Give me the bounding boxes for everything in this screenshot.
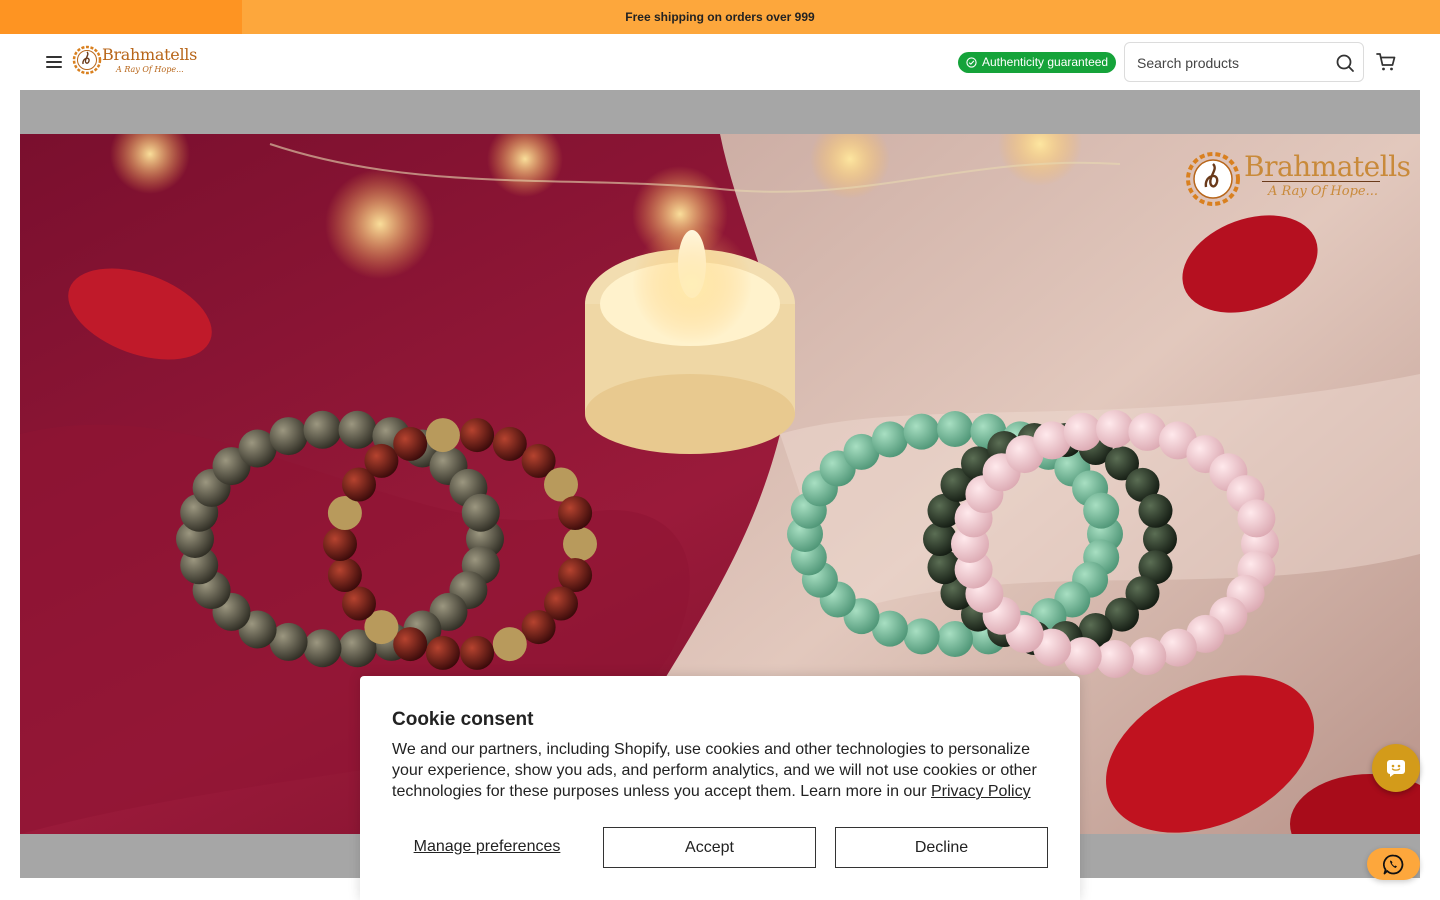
cookie-title: Cookie consent	[392, 709, 534, 730]
search-box[interactable]	[1124, 42, 1364, 82]
announcement-text: Free shipping on orders over 999	[625, 10, 815, 24]
hamburger-menu-icon[interactable]	[44, 52, 64, 72]
announcement-bar: Free shipping on orders over 999	[0, 0, 1440, 34]
accept-button[interactable]: Accept	[603, 827, 816, 868]
privacy-policy-link[interactable]: Privacy Policy	[931, 783, 1031, 800]
authenticity-badge-label: Authenticity guaranteed	[982, 55, 1109, 69]
chat-bot-icon	[1387, 760, 1405, 777]
hero-logo-underline	[1262, 181, 1380, 182]
hero-logo-tagline: A Ray Of Hope...	[1268, 184, 1379, 199]
authenticity-badge: Authenticity guaranteed	[958, 52, 1117, 73]
whatsapp-button[interactable]	[1367, 848, 1420, 880]
logo-tagline: A Ray Of Hope...	[116, 65, 184, 74]
hero-logo-emblem-icon	[1186, 152, 1240, 206]
search-input[interactable]	[1137, 51, 1327, 75]
cookie-consent-dialog: Cookie consent We and our partners, incl…	[360, 676, 1080, 900]
decline-button[interactable]: Decline	[835, 827, 1048, 868]
chat-bot-button[interactable]	[1372, 744, 1420, 792]
cookie-body: We and our partners, including Shopify, …	[392, 739, 1052, 802]
cart-icon[interactable]	[1375, 51, 1397, 73]
hero-watermark-logo: Brahmatells A Ray Of Hope...	[1186, 150, 1416, 210]
logo-emblem-icon	[72, 45, 102, 75]
search-icon[interactable]	[1335, 53, 1355, 73]
whatsapp-icon	[1383, 854, 1404, 875]
logo-name: Brahmatells	[102, 45, 198, 64]
check-circle-icon	[966, 57, 977, 68]
site-header: Brahmatells A Ray Of Hope... Authenticit…	[0, 34, 1440, 90]
hero-logo-name: Brahmatells	[1244, 150, 1411, 183]
site-logo[interactable]: Brahmatells A Ray Of Hope...	[72, 43, 198, 79]
manage-preferences-link[interactable]: Manage preferences	[392, 827, 582, 867]
